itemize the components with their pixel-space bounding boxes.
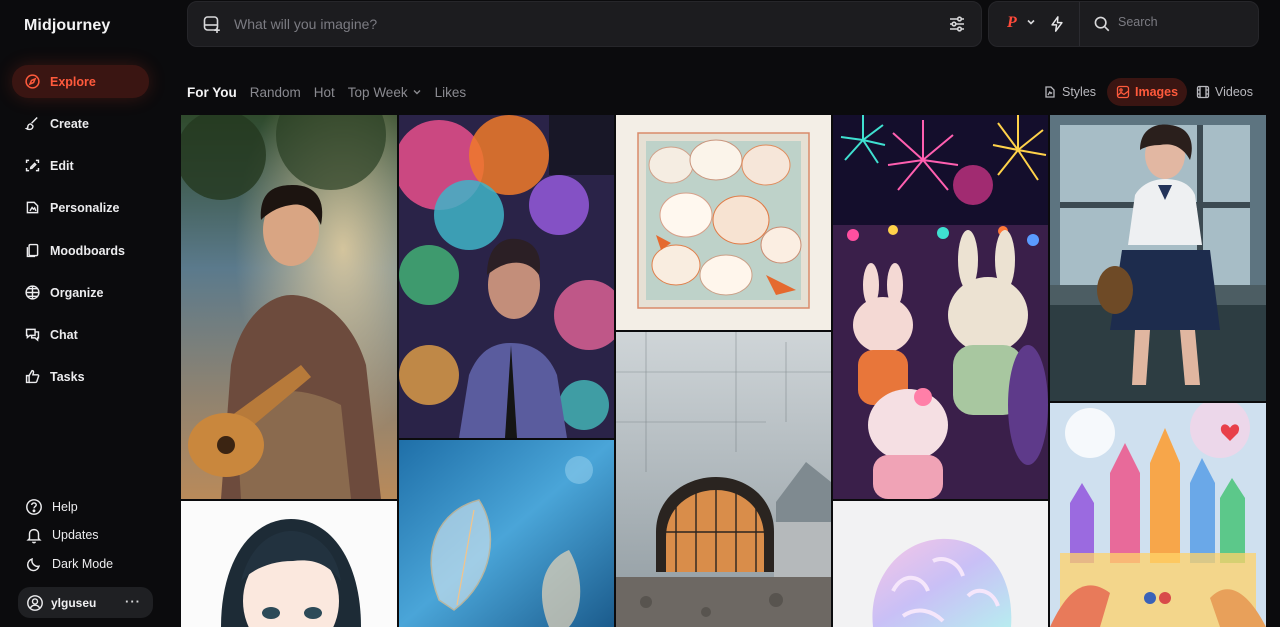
personalize-icon [23, 199, 41, 217]
sidebar-item-explore[interactable]: Explore [12, 65, 149, 98]
gallery-image[interactable] [1050, 403, 1266, 627]
app-root: Midjourney Explore Create Edit Personali… [0, 0, 1280, 627]
add-image-icon[interactable] [202, 14, 222, 34]
gallery-image[interactable] [1050, 115, 1266, 401]
gallery-image[interactable] [399, 115, 614, 438]
more-options-button[interactable]: ··· [125, 594, 141, 609]
image-gallery [181, 115, 1266, 627]
prompt-bar [187, 1, 982, 47]
sidebar-item-label: Edit [50, 158, 74, 173]
gallery-image[interactable] [181, 115, 397, 499]
sidebar-item-label: Tasks [50, 369, 85, 384]
right-toolbar: P [988, 1, 1259, 47]
thumbs-up-icon [23, 368, 41, 386]
help-icon [24, 497, 44, 517]
view-toggle-label: Images [1135, 85, 1179, 99]
brush-icon [23, 115, 41, 133]
settings-sliders-icon[interactable] [947, 14, 967, 34]
tab-likes[interactable]: Likes [435, 85, 467, 100]
chat-icon [23, 326, 41, 344]
moon-icon [24, 554, 44, 574]
feed-tabs: For You Random Hot Top Week Likes [187, 83, 479, 101]
sidebar-item-label: Create [50, 116, 89, 131]
tab-top-week-label: Top Week [347, 84, 408, 100]
view-toggle-label: Videos [1215, 85, 1253, 99]
sidebar-item-label: Explore [50, 74, 96, 89]
toolbar-divider [1079, 2, 1080, 46]
gallery-image[interactable] [399, 440, 614, 627]
gallery-image[interactable] [616, 115, 831, 330]
view-toggle-videos[interactable]: Videos [1187, 78, 1262, 106]
gallery-image[interactable] [181, 501, 397, 627]
sidebar-item-moodboards[interactable]: Moodboards [12, 234, 149, 267]
sidebar-item-organize[interactable]: Organize [12, 276, 149, 309]
moodboard-icon [23, 242, 41, 260]
gallery-image[interactable] [833, 501, 1048, 627]
compass-icon [23, 73, 41, 91]
sidebar-item-create[interactable]: Create [12, 107, 149, 140]
sidebar-item-label: Organize [50, 285, 104, 300]
sidebar-dark-mode-label: Dark Mode [52, 557, 114, 571]
user-avatar-icon [26, 594, 44, 612]
film-icon [1196, 85, 1210, 99]
user-menu[interactable]: ylguseu ··· [18, 587, 153, 618]
sidebar-item-personalize[interactable]: Personalize [12, 191, 149, 224]
username: ylguseu [51, 595, 97, 610]
image-icon [1116, 85, 1130, 99]
sidebar-item-edit[interactable]: Edit [12, 149, 149, 182]
view-toggle-styles[interactable]: Styles [1034, 78, 1105, 106]
personalize-toggle[interactable]: P [1007, 14, 1017, 32]
sidebar-help-label: Help [52, 500, 78, 514]
chevron-down-icon[interactable] [1025, 16, 1037, 28]
sidebar-item-chat[interactable]: Chat [12, 318, 149, 351]
sidebar-item-tasks[interactable]: Tasks [12, 360, 149, 393]
search-input[interactable] [1118, 15, 1248, 29]
gallery-image[interactable] [833, 115, 1048, 499]
app-logo[interactable]: Midjourney [24, 17, 110, 35]
chevron-down-icon [413, 90, 421, 95]
sidebar-item-label: Personalize [50, 200, 120, 215]
search-icon [1094, 16, 1110, 32]
sidebar-item-label: Moodboards [50, 243, 125, 258]
sidebar-updates[interactable]: Updates [24, 524, 99, 546]
gallery-image[interactable] [616, 332, 831, 627]
tab-top-week[interactable]: Top Week [348, 85, 422, 100]
grid-icon [23, 284, 41, 302]
view-toggle-label: Styles [1062, 85, 1097, 99]
sidebar-updates-label: Updates [52, 528, 99, 542]
tab-hot[interactable]: Hot [314, 85, 335, 100]
tab-for-you[interactable]: For You [187, 85, 237, 100]
sidebar-help[interactable]: Help [24, 496, 78, 518]
edit-frame-icon [23, 157, 41, 175]
lightning-icon[interactable] [1048, 15, 1066, 33]
view-toggle-images[interactable]: Images [1107, 78, 1188, 106]
sidebar-item-label: Chat [50, 327, 78, 342]
sidebar: Midjourney Explore Create Edit Personali… [0, 0, 168, 627]
tab-random[interactable]: Random [250, 85, 301, 100]
bell-icon [24, 525, 44, 545]
sidebar-dark-mode[interactable]: Dark Mode [24, 553, 113, 575]
styles-icon [1043, 85, 1057, 99]
prompt-input[interactable] [234, 16, 947, 32]
